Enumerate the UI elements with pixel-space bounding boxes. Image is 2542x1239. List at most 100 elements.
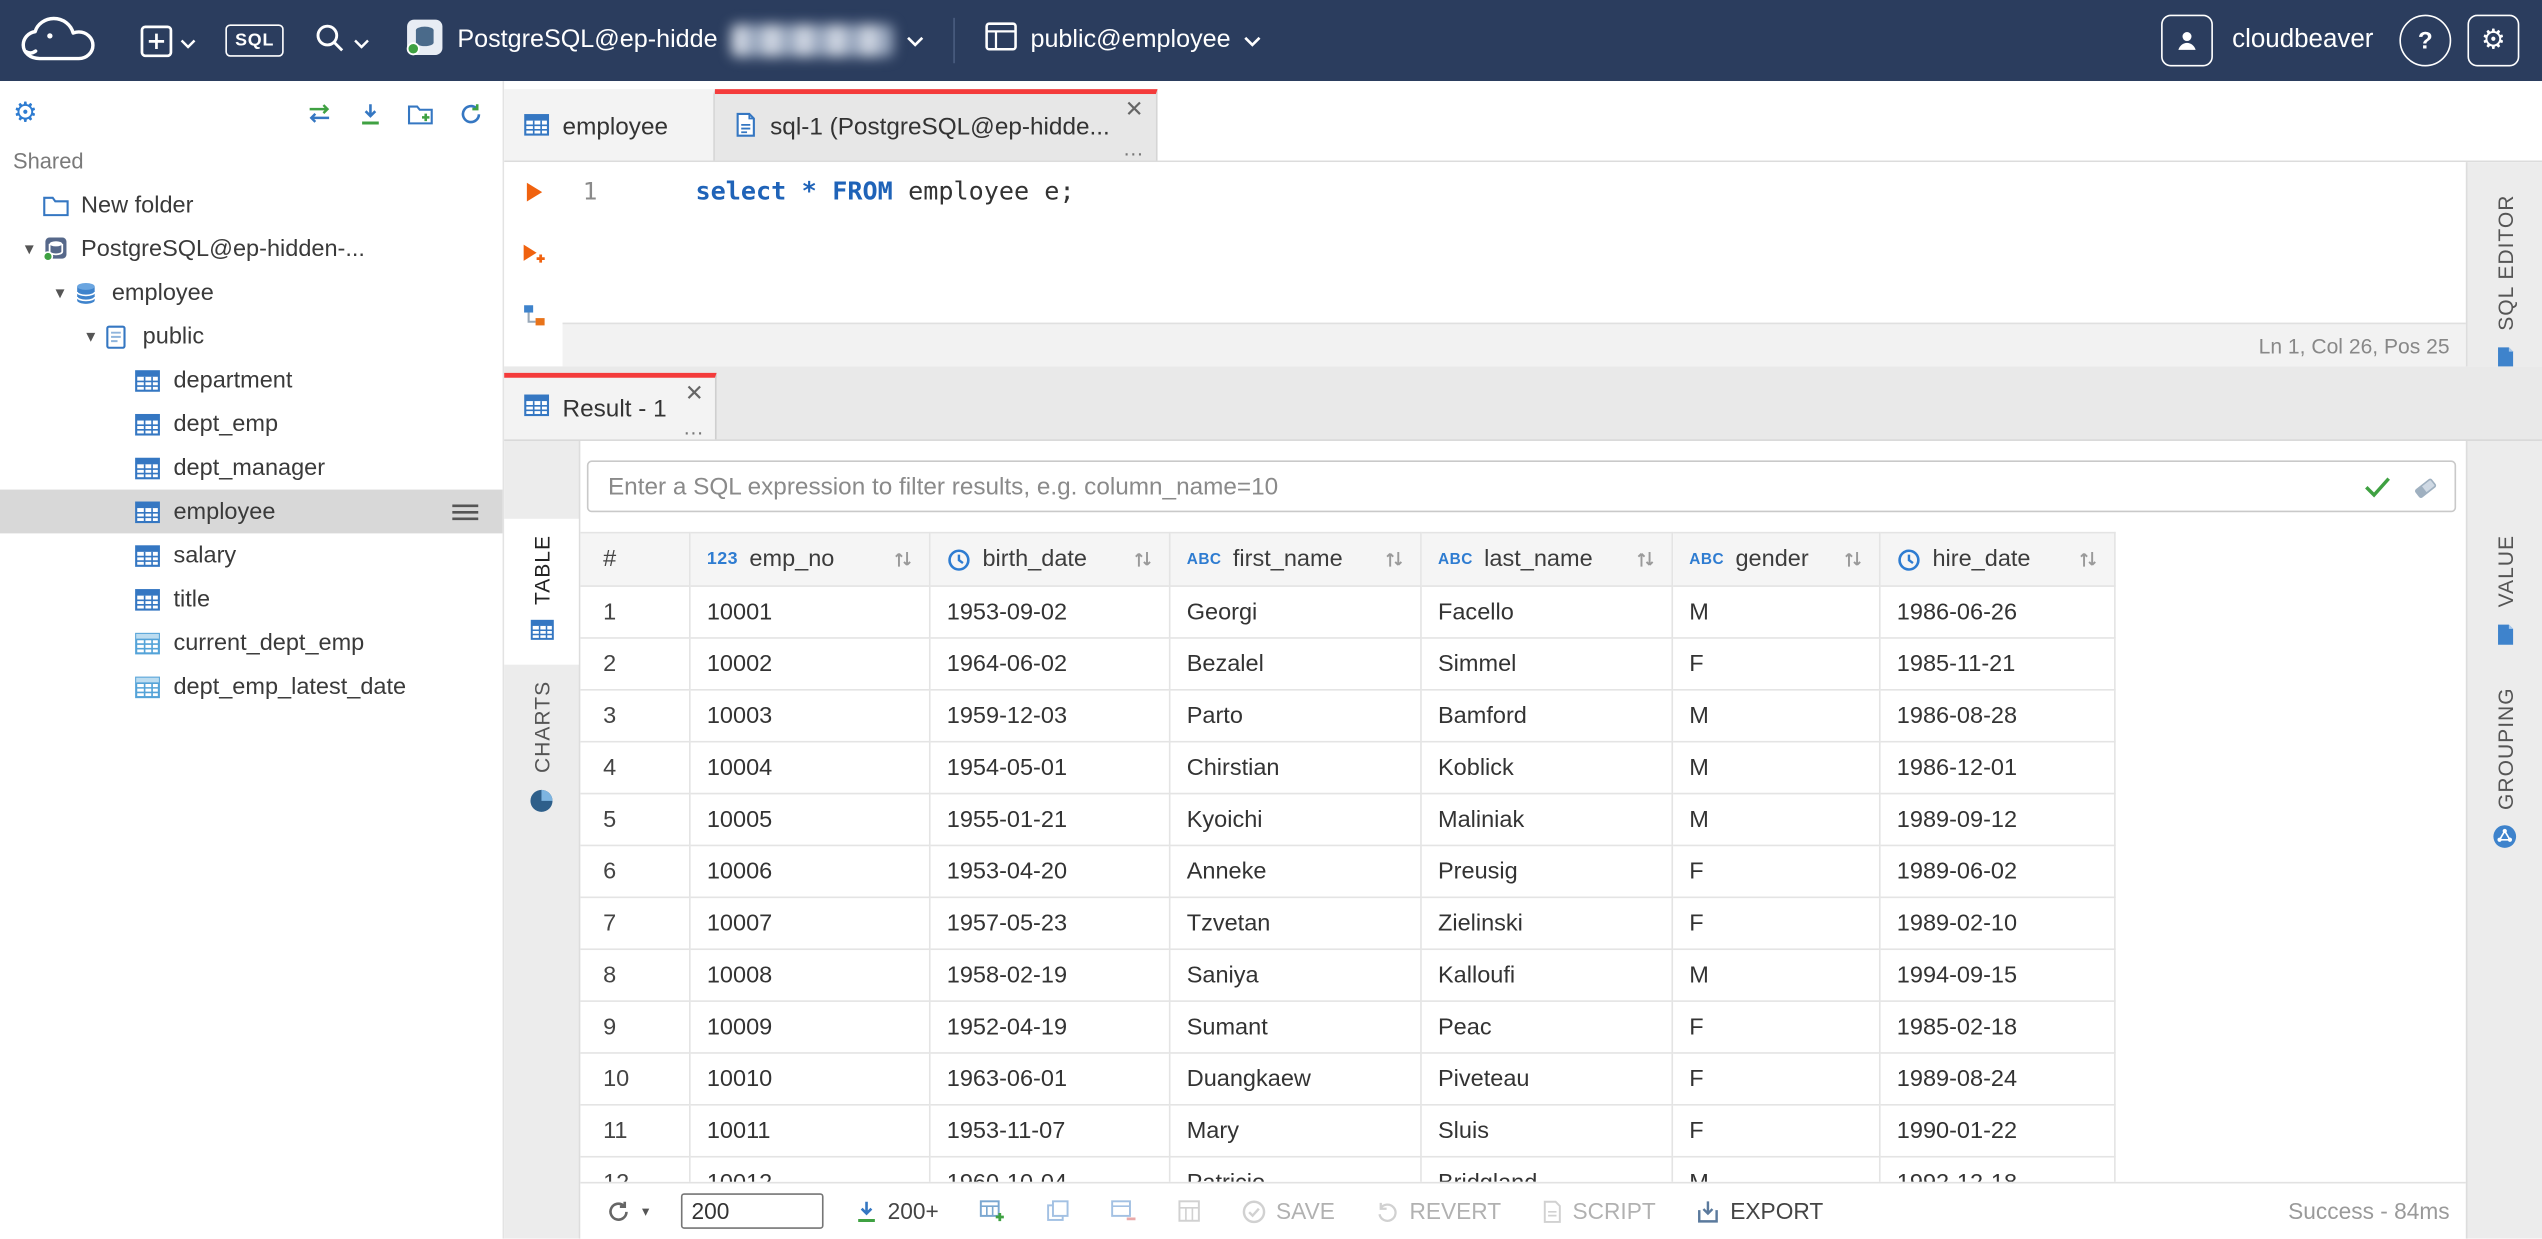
row-number-cell[interactable]: 11 (580, 1105, 691, 1158)
grid-cell[interactable]: 10007 (690, 898, 931, 951)
grid-cell[interactable]: 10001 (690, 586, 931, 639)
grid-cell[interactable]: Facello (1421, 586, 1674, 639)
grid-cell[interactable]: Duangkaew (1170, 1053, 1422, 1106)
tree-item-new-folder[interactable]: New folder (0, 183, 503, 227)
grid-cell[interactable]: Chirstian (1170, 742, 1422, 795)
grid-cell[interactable]: Patricio (1171, 1157, 1422, 1182)
column-header-hire_date[interactable]: hire_date (1880, 531, 2116, 587)
refresh-result-button[interactable]: ▾ (597, 1197, 659, 1225)
grid-cell[interactable]: F (1673, 898, 1881, 951)
grid-cell[interactable]: 1959-12-03 (930, 690, 1171, 743)
grid-cell[interactable]: 1952-04-19 (930, 1001, 1171, 1054)
code-editor[interactable]: 1 select * FROM employee e; (563, 162, 2466, 322)
grid-cell[interactable]: 1989-08-24 (1880, 1053, 2116, 1106)
tab-table-view[interactable]: TABLE (504, 518, 579, 666)
grid-cell[interactable]: M (1673, 742, 1881, 795)
column-header-emp_no[interactable]: 123 emp_no (690, 531, 931, 587)
grid-cell[interactable]: F (1673, 1105, 1881, 1158)
grid-cell[interactable]: 1954-05-01 (930, 742, 1171, 795)
sort-icon[interactable] (893, 550, 912, 569)
row-number-cell[interactable]: 2 (580, 638, 691, 691)
user-profile-button[interactable] (2160, 14, 2213, 67)
grid-cell[interactable]: M (1673, 1157, 1881, 1182)
grid-cell[interactable]: Anneke (1170, 846, 1422, 899)
grid-cell[interactable]: Preusig (1421, 846, 1674, 899)
tree-item-employee[interactable]: employee (0, 489, 503, 534)
grid-cell[interactable]: 10004 (690, 742, 931, 795)
grid-cell[interactable]: M (1673, 950, 1881, 1002)
grid-cell[interactable]: Kalloufi (1421, 950, 1674, 1002)
column-header-gender[interactable]: ABC gender (1673, 531, 1881, 587)
grid-cell[interactable]: 1957-05-23 (930, 898, 1171, 951)
tree-item-title[interactable]: title (0, 577, 503, 621)
tab-result-1[interactable]: Result - 1 ✕ … (504, 372, 717, 440)
grid-cell[interactable]: 1985-02-18 (1880, 1001, 2116, 1054)
tree-item-dept-emp[interactable]: dept_emp (0, 402, 503, 446)
tab-overflow-icon[interactable]: … (683, 417, 704, 438)
row-number-cell[interactable]: 8 (580, 950, 691, 1002)
fetch-more-button[interactable]: 200+ (844, 1196, 949, 1225)
tree-item-salary[interactable]: salary (0, 533, 503, 577)
grid-cell[interactable]: F (1673, 846, 1881, 899)
tree-item-department[interactable]: department (0, 358, 503, 402)
row-number-cell[interactable]: 7 (580, 898, 691, 951)
grid-cell[interactable]: 1985-11-21 (1880, 638, 2116, 691)
grid-cell[interactable]: 10002 (690, 638, 931, 691)
revert-button[interactable]: REVERT (1366, 1196, 1511, 1225)
grid-cell[interactable]: 10010 (690, 1053, 931, 1106)
grid-cell[interactable]: 1960-10-04 (931, 1157, 1171, 1182)
sort-icon[interactable] (2078, 550, 2097, 569)
execution-plan-icon[interactable] (521, 303, 545, 335)
new-folder-icon[interactable] (407, 101, 435, 125)
chevron-down-icon[interactable]: ▾ (78, 326, 104, 346)
grid-cell[interactable]: Tzvetan (1170, 898, 1422, 951)
sort-icon[interactable] (1843, 550, 1862, 569)
grid-cell[interactable]: 1990-01-22 (1880, 1105, 2116, 1158)
tab-overflow-icon[interactable]: … (1123, 138, 1144, 159)
fetch-count-input[interactable] (680, 1193, 823, 1229)
connection-selector[interactable]: PostgreSQL@ep-hidde (393, 11, 937, 71)
grid-cell[interactable]: 1989-02-10 (1880, 898, 2116, 951)
duplicate-row-button[interactable] (1036, 1198, 1080, 1224)
sort-icon[interactable] (1636, 550, 1655, 569)
tree-item-current-dept-emp[interactable]: current_dept_emp (0, 621, 503, 665)
grid-cell[interactable]: 1955-01-21 (930, 794, 1171, 847)
delete-row-button[interactable] (1101, 1198, 1146, 1224)
save-button[interactable]: SAVE (1232, 1196, 1344, 1225)
grid-cell[interactable]: Maliniak (1421, 794, 1674, 847)
row-number-cell[interactable]: 3 (580, 690, 691, 743)
selected-row-handle-icon[interactable] (451, 502, 480, 521)
column-header-last_name[interactable]: ABC last_name (1421, 531, 1674, 587)
grid-cell[interactable]: 10009 (690, 1001, 931, 1054)
row-number-cell[interactable]: 10 (580, 1053, 691, 1106)
tab-grouping-panel[interactable]: GROUPING (2467, 671, 2542, 875)
grid-cell[interactable]: 1986-08-28 (1880, 690, 2116, 743)
tab-sql-editor-side[interactable]: SQL EDITOR (2467, 178, 2542, 394)
filter-input[interactable] (586, 460, 2457, 513)
sort-icon[interactable] (1133, 550, 1152, 569)
clear-filter-icon[interactable] (2411, 475, 2440, 507)
tree-item-public[interactable]: ▾ public (0, 315, 503, 359)
tree-item-dept-manager[interactable]: dept_manager (0, 446, 503, 490)
grid-cell[interactable]: Parto (1170, 690, 1422, 743)
grid-cell[interactable]: 1964-06-02 (930, 638, 1171, 691)
grid-cell[interactable]: 10011 (690, 1105, 931, 1158)
grid-cell[interactable]: Zielinski (1421, 898, 1674, 951)
row-number-cell[interactable]: 6 (580, 846, 691, 899)
grid-cell[interactable]: Saniya (1170, 950, 1422, 1002)
grid-cell[interactable]: 1989-06-02 (1880, 846, 2116, 899)
grid-cell[interactable]: 1989-09-12 (1880, 794, 2116, 847)
grid-cell[interactable]: Sumant (1170, 1001, 1422, 1054)
close-icon[interactable]: ✕ (685, 381, 704, 404)
chevron-down-icon[interactable]: ▾ (47, 282, 73, 303)
connection-search-button[interactable] (307, 15, 377, 67)
grid-cell[interactable]: Georgi (1170, 586, 1422, 639)
collapse-all-icon[interactable] (358, 101, 382, 125)
help-button[interactable]: ? (2399, 14, 2452, 67)
grid-cell[interactable]: 10006 (690, 846, 931, 899)
row-number-cell[interactable]: 4 (580, 742, 691, 795)
row-number-cell[interactable]: 1 (580, 586, 691, 639)
tab-employee[interactable]: employee (504, 89, 716, 161)
grid-cell[interactable]: Bamford (1421, 690, 1674, 743)
settings-button[interactable]: ⚙ (2467, 14, 2520, 67)
